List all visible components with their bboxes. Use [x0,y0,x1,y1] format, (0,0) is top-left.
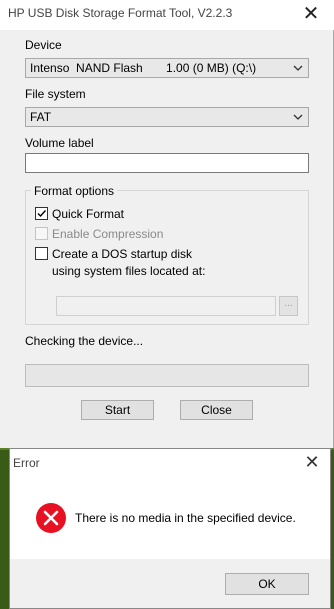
browse-button: ... [279,296,298,316]
file-system-selected-value: FAT [30,110,52,124]
system-files-label: using system files located at: [52,264,206,278]
dos-startup-label: Create a DOS startup disk [52,247,193,261]
error-dialog: Error ✕ There is no media in the specifi… [9,448,331,609]
chevron-down-icon [293,114,303,120]
error-icon [36,503,66,533]
chevron-down-icon [293,65,303,71]
window-titlebar: HP USB Disk Storage Format Tool, V2.2.3 … [0,0,334,30]
quick-format-label: Quick Format [52,207,125,221]
device-selected-value: Intenso NAND Flash 1.00 (0 MB) (Q:\) [30,61,257,75]
device-dropdown[interactable]: Intenso NAND Flash 1.00 (0 MB) (Q:\) [25,58,309,78]
error-dialog-close-icon[interactable]: ✕ [300,451,324,475]
ok-button[interactable]: OK [225,573,309,595]
dos-startup-checkbox[interactable] [35,247,48,260]
error-dialog-titlebar: Error ✕ [10,449,330,477]
file-system-label: File system [25,87,86,101]
device-label: Device [25,38,62,52]
error-dialog-title: Error [13,456,40,470]
checkmark-icon [37,210,47,218]
window-close-icon[interactable]: ✕ [296,3,326,27]
quick-format-checkbox[interactable] [35,207,48,220]
enable-compression-checkbox [35,227,48,240]
status-text: Checking the device... [25,334,144,348]
system-files-path-input [56,296,276,316]
volume-label-input[interactable] [25,153,309,173]
file-system-dropdown[interactable]: FAT [25,107,309,127]
window-title: HP USB Disk Storage Format Tool, V2.2.3 [8,6,233,20]
format-progress-bar [25,364,309,387]
enable-compression-label: Enable Compression [52,227,164,241]
error-dialog-body: There is no media in the specified devic… [10,477,330,559]
error-message: There is no media in the specified devic… [75,511,296,525]
format-tool-window: HP USB Disk Storage Format Tool, V2.2.3 … [0,0,334,448]
close-button[interactable]: Close [180,400,253,420]
format-options-title: Format options [31,184,118,198]
volume-label-label: Volume label [25,136,94,150]
start-button[interactable]: Start [81,400,154,420]
